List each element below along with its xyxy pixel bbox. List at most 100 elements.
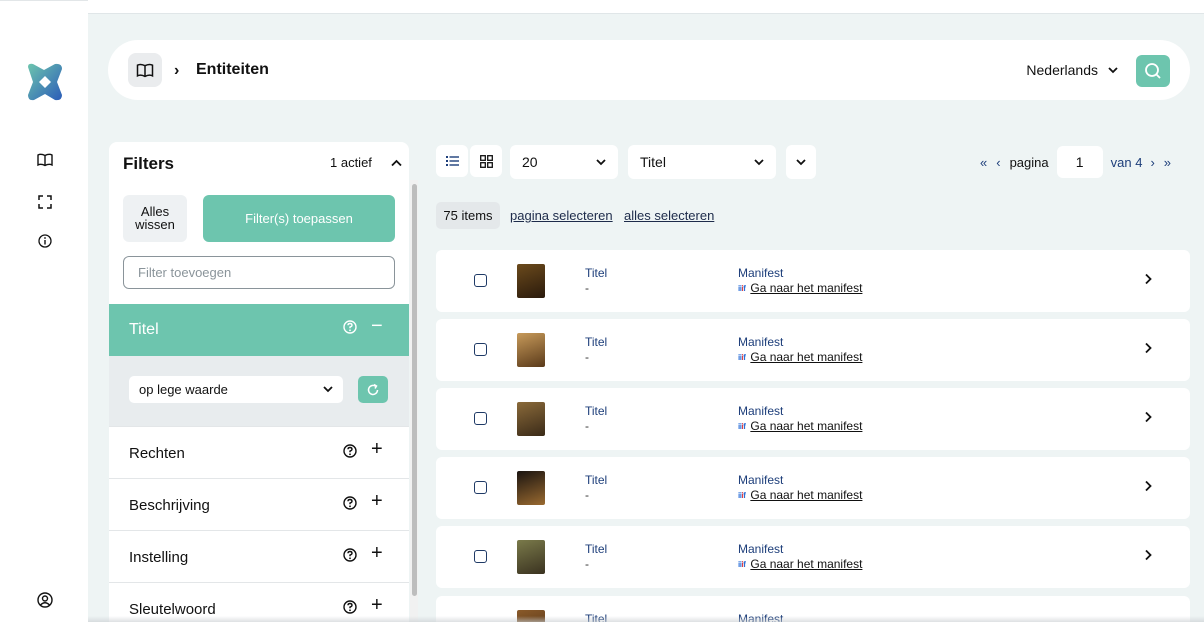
page-total: van 4	[1110, 154, 1143, 170]
chevron-down-icon	[754, 158, 764, 165]
home-button[interactable]	[128, 53, 162, 87]
chevron-right-icon[interactable]	[1144, 410, 1152, 428]
table-row[interactable]: Titel - Manifest iiif Ga naar het manifes…	[436, 250, 1190, 312]
filter-titel-header[interactable]: Titel −	[109, 304, 409, 356]
chevron-right-icon[interactable]	[1144, 272, 1152, 290]
manifest-label: Manifest	[738, 404, 784, 418]
title-label: Titel	[585, 542, 608, 556]
iiif-logo-icon: iiif	[738, 352, 746, 362]
row-checkbox[interactable]	[474, 412, 487, 425]
table-row[interactable]: Titel - Manifest iiif Ga naar het manifes…	[436, 457, 1190, 519]
thumbnail-image[interactable]	[517, 402, 545, 436]
expand-corners-icon[interactable]	[36, 193, 54, 211]
thumbnail-image[interactable]	[517, 540, 545, 574]
iiif-logo-icon: iiif	[738, 490, 746, 500]
expand-icon[interactable]: +	[371, 594, 383, 617]
language-label: Nederlands	[1026, 62, 1098, 78]
filter-instelling[interactable]: Instelling +	[109, 530, 409, 582]
last-page-button[interactable]: »	[1164, 155, 1171, 170]
title-value: -	[585, 488, 589, 502]
apply-filters-button[interactable]: Filter(s) toepassen	[203, 195, 395, 242]
filters-panel: Filters 1 actief Alles wissen Filter(s) …	[109, 142, 409, 622]
bottom-fade	[88, 616, 1204, 622]
app-logo[interactable]	[24, 61, 66, 103]
grid-view-button[interactable]	[470, 145, 502, 177]
search-button[interactable]	[1136, 55, 1170, 87]
filter-rechten[interactable]: Rechten +	[109, 426, 409, 478]
sort-field-select[interactable]: Titel	[628, 145, 776, 179]
chevron-right-icon[interactable]	[1144, 548, 1152, 566]
manifest-link[interactable]: iiif Ga naar het manifest	[738, 350, 862, 364]
filter-label: Rechten	[129, 445, 185, 462]
select-all-link[interactable]: alles selecteren	[624, 208, 714, 223]
reset-filter-button[interactable]	[358, 376, 388, 403]
filter-label: Instelling	[129, 549, 189, 566]
info-icon[interactable]	[36, 232, 54, 250]
manifest-link[interactable]: iiif Ga naar het manifest	[738, 281, 862, 295]
manifest-link[interactable]: iiif Ga naar het manifest	[738, 488, 862, 502]
user-circle-icon[interactable]	[36, 591, 54, 609]
row-checkbox[interactable]	[474, 343, 487, 356]
select-page-link[interactable]: pagina selecteren	[510, 208, 613, 223]
title-value: -	[585, 557, 589, 571]
chevron-right-icon[interactable]	[1144, 479, 1152, 497]
operator-value: op lege waarde	[139, 382, 228, 397]
table-row[interactable]: Titel - Manifest iiif Ga naar het manifes…	[436, 319, 1190, 381]
item-count-badge: 75 items	[436, 202, 500, 229]
filter-beschrijving[interactable]: Beschrijving +	[109, 478, 409, 530]
expand-icon[interactable]: +	[371, 438, 383, 461]
manifest-label: Manifest	[738, 473, 784, 487]
list-icon	[445, 156, 459, 166]
page-size-select[interactable]: 20	[510, 145, 618, 179]
thumbnail-image[interactable]	[517, 471, 545, 505]
table-row[interactable]: Titel - Manifest iiif Ga naar het manifes…	[436, 388, 1190, 450]
sort-field-value: Titel	[640, 154, 666, 170]
help-icon[interactable]	[343, 320, 357, 339]
breadcrumb-title: Entiteiten	[196, 61, 269, 78]
expand-icon[interactable]: +	[371, 490, 383, 513]
list-view-button[interactable]	[436, 145, 468, 177]
title-value: -	[585, 350, 589, 364]
table-row[interactable]: Titel - Manifest iiif Ga naar het manifes…	[436, 526, 1190, 588]
collapse-icon[interactable]: −	[371, 315, 383, 338]
page-number-input[interactable]: 1	[1056, 146, 1103, 178]
sort-direction-select[interactable]	[786, 145, 816, 179]
row-checkbox[interactable]	[474, 550, 487, 563]
manifest-link[interactable]: iiif Ga naar het manifest	[738, 557, 862, 571]
iiif-logo-icon: iiif	[738, 283, 746, 293]
filters-scrollbar-thumb[interactable]	[412, 184, 417, 596]
top-strip	[88, 0, 1204, 14]
chevron-right-icon[interactable]	[1144, 341, 1152, 359]
title-label: Titel	[585, 473, 608, 487]
book-open-icon[interactable]	[36, 151, 54, 169]
manifest-link[interactable]: iiif Ga naar het manifest	[738, 419, 862, 433]
add-filter-input[interactable]	[123, 256, 395, 289]
breadcrumb-separator: ›	[174, 62, 180, 79]
grid-icon	[479, 154, 493, 168]
language-select[interactable]: Nederlands	[1026, 62, 1118, 78]
chevron-down-icon	[323, 386, 333, 393]
help-icon[interactable]	[343, 496, 357, 515]
help-icon[interactable]	[343, 548, 357, 567]
first-page-button[interactable]: «	[980, 155, 987, 170]
filters-title: Filters	[123, 154, 175, 173]
thumbnail-image[interactable]	[517, 333, 545, 367]
left-rail	[0, 0, 88, 622]
search-icon	[1145, 63, 1161, 79]
prev-page-button[interactable]: ‹	[996, 155, 1000, 170]
page-label: pagina	[1009, 154, 1049, 170]
next-page-button[interactable]: ›	[1150, 155, 1154, 170]
header-bar: › Entiteiten Nederlands	[108, 40, 1190, 100]
chevron-up-icon[interactable]	[391, 154, 402, 172]
thumbnail-image[interactable]	[517, 264, 545, 298]
title-value: -	[585, 419, 589, 433]
help-icon[interactable]	[343, 444, 357, 463]
filter-operator-select[interactable]: op lege waarde	[129, 376, 343, 403]
row-checkbox[interactable]	[474, 274, 487, 287]
manifest-label: Manifest	[738, 542, 784, 556]
title-value: -	[585, 281, 589, 295]
expand-icon[interactable]: +	[371, 542, 383, 565]
clear-all-button[interactable]: Alles wissen	[123, 195, 187, 242]
row-checkbox[interactable]	[474, 481, 487, 494]
manifest-label: Manifest	[738, 266, 784, 280]
